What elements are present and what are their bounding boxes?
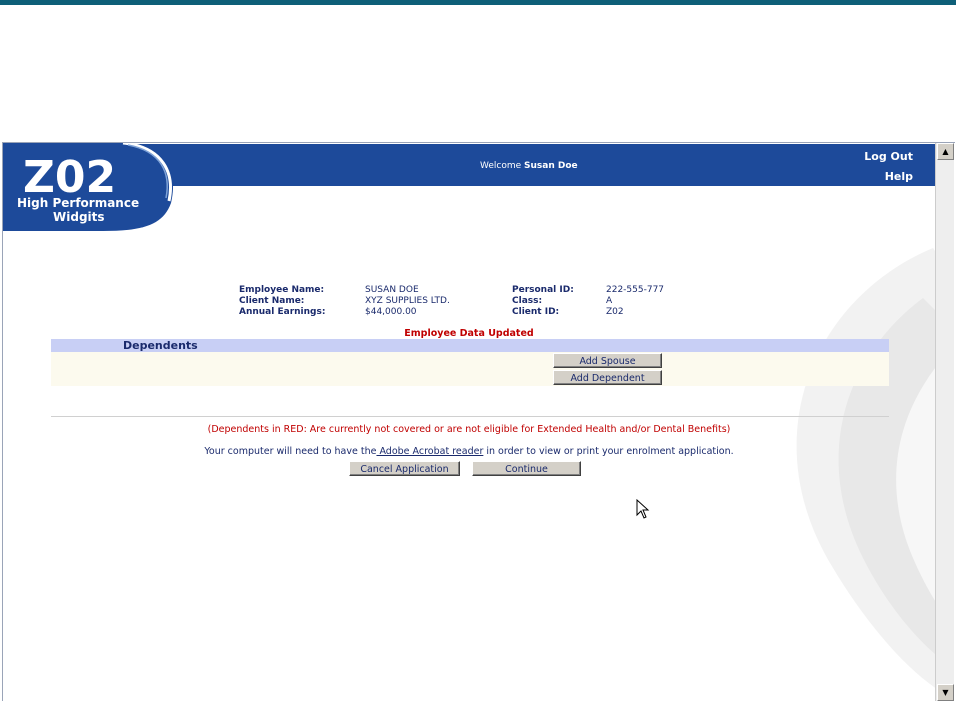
scroll-down-arrow-icon[interactable]: ▼ <box>937 684 954 701</box>
browser-content-frame: Welcome Susan Doe Log Out Help Z02 High … <box>2 142 955 701</box>
company-logo: Z02 High Performance Widgits <box>3 143 174 231</box>
client-name-label: Client Name: <box>239 296 305 306</box>
add-spouse-button[interactable]: Add Spouse <box>553 353 662 368</box>
adobe-acrobat-link[interactable]: Adobe Acrobat reader <box>376 446 483 457</box>
employee-name-value: SUSAN DOE <box>365 285 419 295</box>
dependents-section-header: Dependents <box>51 339 889 352</box>
continue-button[interactable]: Continue <box>472 461 581 476</box>
personal-id-value: 222-555-777 <box>606 285 665 295</box>
logo-line-1: High Performance <box>17 196 139 210</box>
class-label: Class: <box>512 296 543 306</box>
employee-name-label: Employee Name: <box>239 285 325 295</box>
welcome-user-name: Susan Doe <box>524 161 578 171</box>
scroll-up-arrow-icon[interactable]: ▲ <box>937 143 954 160</box>
help-link[interactable]: Help <box>885 170 913 183</box>
cancel-application-button[interactable]: Cancel Application <box>349 461 460 476</box>
dependents-title: Dependents <box>123 339 198 352</box>
acrobat-notice: Your computer will need to have the Adob… <box>3 446 935 457</box>
class-value: A <box>606 296 613 306</box>
client-id-label: Client ID: <box>512 307 560 317</box>
logout-link[interactable]: Log Out <box>864 150 913 163</box>
client-id-value: Z02 <box>606 307 624 317</box>
annual-earnings-value: $44,000.00 <box>365 307 417 317</box>
client-name-value: XYZ SUPPLIES LTD. <box>365 296 450 306</box>
welcome-prefix: Welcome <box>480 161 522 171</box>
dependents-red-note: (Dependents in RED: Are currently not co… <box>207 424 731 435</box>
dependents-section-body: Add Spouse Add Dependent <box>51 352 889 386</box>
add-dependent-button[interactable]: Add Dependent <box>553 370 662 385</box>
vertical-scrollbar[interactable]: ▲ ▼ <box>935 143 954 701</box>
welcome-message: Welcome Susan Doe <box>480 161 578 171</box>
acrobat-notice-suffix: in order to view or print your enrolment… <box>483 446 734 457</box>
section-divider <box>51 416 889 417</box>
mouse-pointer-icon <box>636 499 650 519</box>
annual-earnings-label: Annual Earnings: <box>239 307 326 317</box>
top-border-line <box>0 0 956 5</box>
background-watermark <box>796 248 953 693</box>
personal-id-label: Personal ID: <box>512 285 574 295</box>
logo-line-2: Widgits <box>53 210 105 224</box>
status-message: Employee Data Updated <box>404 328 534 339</box>
acrobat-notice-prefix: Your computer will need to have the <box>204 446 377 457</box>
